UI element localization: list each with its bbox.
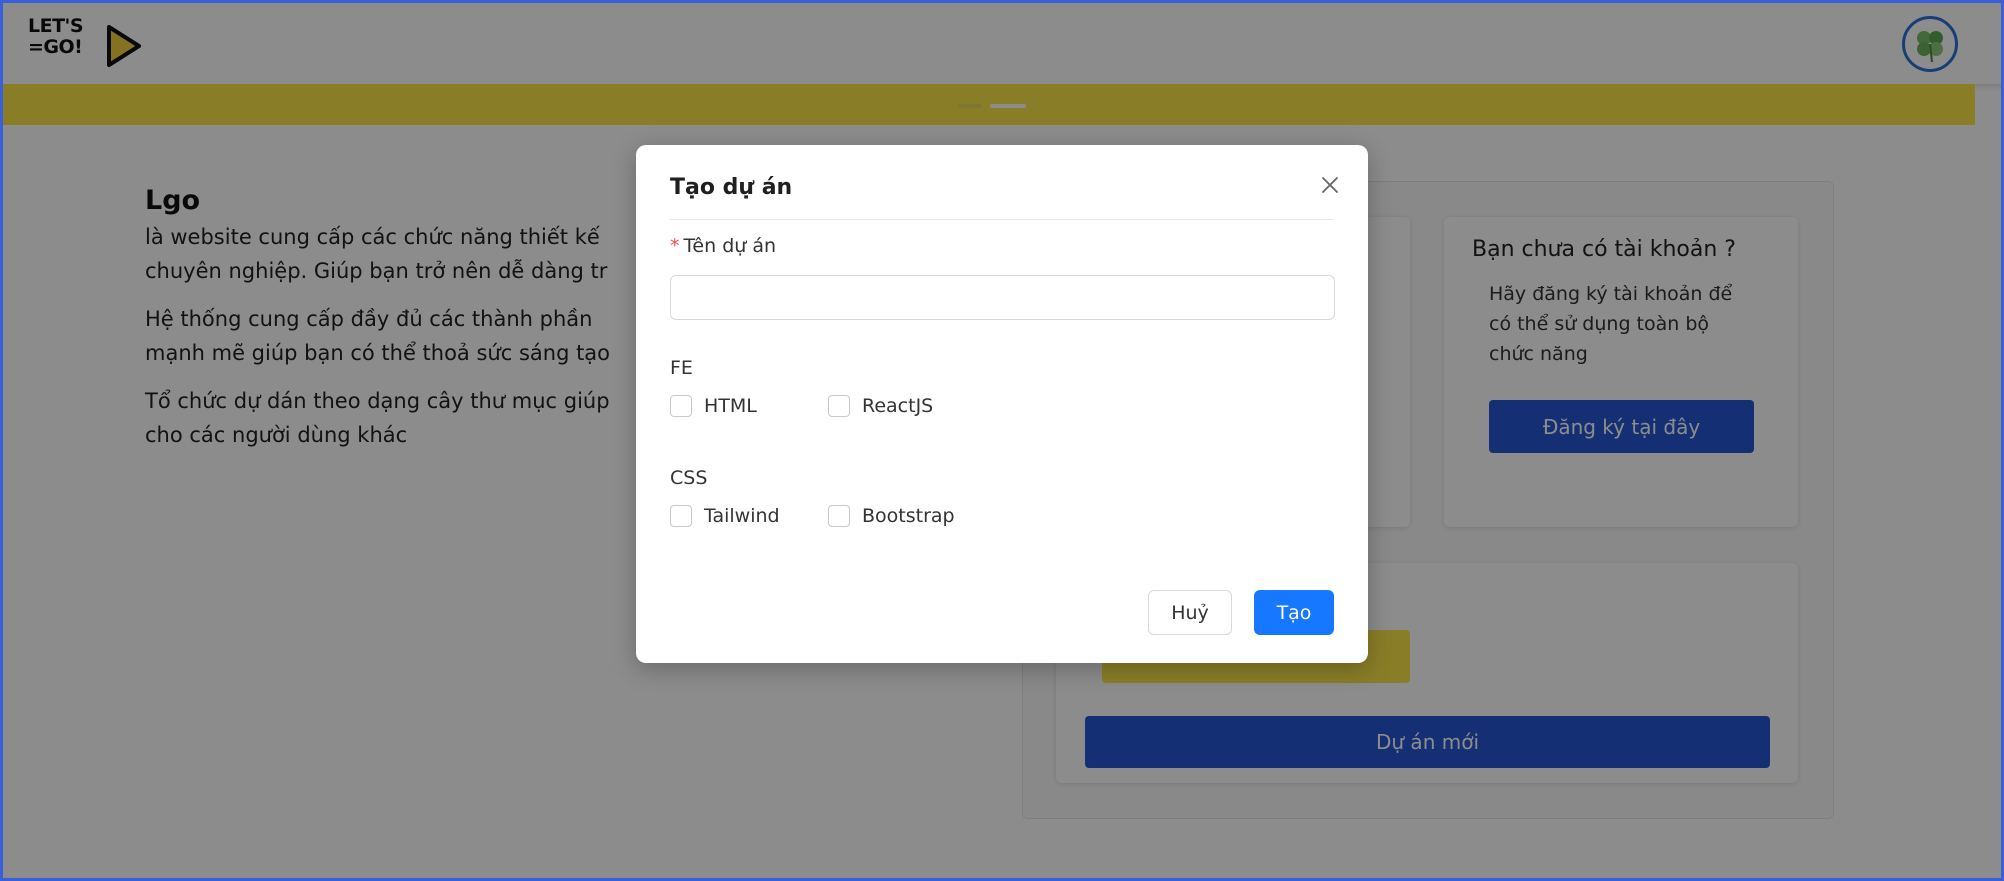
checkbox-label: ReactJS <box>862 395 934 417</box>
css-group-label: CSS <box>670 467 708 489</box>
checkbox-box[interactable] <box>828 395 850 417</box>
project-name-label: * Tên dự án <box>670 235 776 257</box>
close-button[interactable] <box>1315 170 1345 200</box>
checkbox-label: HTML <box>704 395 757 417</box>
checkbox-tailwind[interactable]: Tailwind <box>670 505 780 527</box>
modal-title: Tạo dự án <box>670 175 793 200</box>
checkbox-box[interactable] <box>670 505 692 527</box>
project-name-input[interactable] <box>670 275 1335 320</box>
checkbox-label: Tailwind <box>704 505 780 527</box>
checkbox-html[interactable]: HTML <box>670 395 757 417</box>
fe-group-label: FE <box>670 357 693 379</box>
cancel-button[interactable]: Huỷ <box>1148 590 1232 635</box>
checkbox-box[interactable] <box>828 505 850 527</box>
create-button[interactable]: Tạo <box>1254 590 1334 635</box>
project-name-label-text: Tên dự án <box>683 235 777 257</box>
checkbox-bootstrap[interactable]: Bootstrap <box>828 505 955 527</box>
modal-divider <box>670 219 1334 220</box>
checkbox-label: Bootstrap <box>862 505 955 527</box>
checkbox-box[interactable] <box>670 395 692 417</box>
checkbox-reactjs[interactable]: ReactJS <box>828 395 933 417</box>
close-icon <box>1322 177 1338 193</box>
required-mark: * <box>670 235 680 257</box>
create-project-modal: Tạo dự án * Tên dự án FE HTML ReactJS CSS… <box>636 145 1368 663</box>
